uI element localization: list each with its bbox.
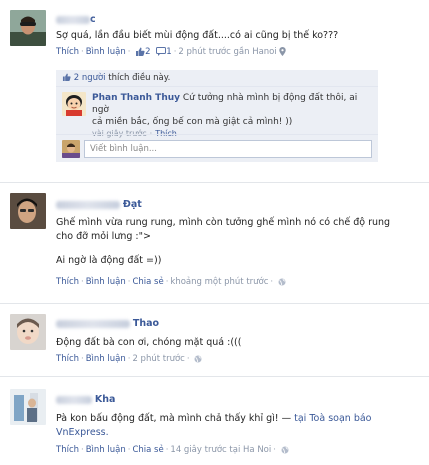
post-time[interactable]: khoảng một phút trước	[170, 277, 268, 287]
comment-input[interactable]: Viết bình luận...	[84, 140, 372, 158]
place-link[interactable]: Toà soạn báo	[309, 413, 371, 424]
user-photo-icon	[10, 193, 46, 229]
my-avatar	[62, 140, 80, 158]
author-name[interactable]: Kha	[95, 394, 116, 405]
post-time[interactable]: 14 giây trước tại Ha Noi	[170, 445, 271, 455]
likers-link[interactable]: 2 người	[74, 73, 106, 83]
like-link[interactable]: Thích	[56, 445, 79, 455]
post-text-1: Ghế mình vừa rung rung, mình còn tưởng g…	[56, 217, 391, 228]
like-link[interactable]: Thích	[56, 354, 79, 364]
avatar[interactable]	[10, 389, 46, 425]
avatar[interactable]	[10, 193, 46, 229]
blurred-name	[56, 395, 92, 404]
blurred-name	[56, 15, 90, 24]
like-link[interactable]: Thích	[56, 277, 79, 287]
post-actions: Thích · Bình luận · Chia sẻ · khoảng một phút …	[56, 277, 421, 287]
post-3: Thao Động đất bà con ơi, chóng mặt quá :…	[0, 304, 429, 374]
post-text: Sợ quá, lần đầu biết mùi động đất....có …	[56, 30, 339, 41]
avatar[interactable]	[10, 314, 46, 350]
post-text-at: tại	[294, 413, 310, 424]
globe-icon	[278, 278, 286, 285]
post-2: Đạt Ghế mình vừa rung rung, mình còn tưở…	[0, 183, 429, 301]
share-link[interactable]: Chia sẻ	[132, 445, 163, 455]
blurred-name	[56, 200, 120, 209]
location-pin-icon	[279, 47, 287, 56]
share-link[interactable]: Chia sẻ	[132, 277, 163, 287]
comment-link[interactable]: Bình luận	[86, 277, 126, 287]
avatar[interactable]	[10, 10, 46, 46]
user-photo-icon	[10, 314, 46, 350]
globe-icon	[281, 446, 289, 453]
post-actions: Thích · Bình luận · 2 1 · 2 phút trước gần Ha…	[56, 47, 421, 57]
author-line: Đạt	[56, 199, 421, 212]
commenter-name[interactable]: Phan Thanh Thuy	[92, 93, 180, 103]
comment-link[interactable]: Bình luận	[86, 354, 126, 364]
post-1: c Sợ quá, lần đầu biết mùi động đất....c…	[0, 0, 429, 178]
comment-bubble-icon[interactable]	[156, 47, 167, 56]
post-text-3: Ai ngờ là động đất =))	[56, 255, 162, 266]
like-thumb-icon[interactable]	[135, 47, 145, 56]
globe-icon	[194, 355, 202, 362]
user-photo-icon	[10, 10, 46, 46]
comment-count[interactable]: 1	[166, 47, 171, 57]
author-name[interactable]: Thao	[133, 318, 159, 329]
comment-link[interactable]: Bình luận	[86, 445, 126, 455]
user-photo-icon	[62, 140, 80, 158]
cartoon-avatar-icon	[62, 92, 86, 116]
post-text: Động đất bà con ơi, chóng mặt quá :(((	[56, 337, 242, 348]
author-name[interactable]: Đạt	[123, 199, 142, 210]
post-text-1: Pà kon bấu động đất, mà mình chả thấy kh…	[56, 413, 295, 424]
post-actions: Thích · Bình luận · Chia sẻ · 14 giây trước tạ…	[56, 445, 421, 455]
likes-label: thích điều này.	[105, 73, 171, 83]
author-name[interactable]: c	[90, 14, 96, 25]
likes-summary: 2 người thích điều này.	[56, 70, 378, 87]
author-line: Kha	[56, 394, 421, 407]
post-actions: Thích · Bình luận · 2 phút trước ·	[56, 354, 421, 364]
comment-text-2: cả miền bắc, ống bế con mà giật cả mình!…	[92, 117, 293, 127]
like-count[interactable]: 2	[145, 47, 150, 57]
comment-link[interactable]: Bình luận	[86, 47, 126, 57]
author-line: c	[56, 14, 421, 27]
write-comment-row: Viết bình luận...	[56, 134, 378, 162]
post-time[interactable]: 2 phút trước gần Hanoi	[178, 47, 276, 57]
user-photo-icon	[10, 389, 46, 425]
author-line: Thao	[56, 318, 421, 331]
place-link-2[interactable]: VnExpress.	[56, 426, 421, 440]
like-thumb-icon	[62, 73, 71, 81]
post-time[interactable]: 2 phút trước	[132, 354, 184, 364]
like-link[interactable]: Thích	[56, 47, 79, 57]
comment-avatar[interactable]	[62, 92, 86, 116]
post-text-2: cho đỡ mỏi lưng :">	[56, 231, 151, 242]
post-4: Kha Pà kon bấu động đất, mà mình chả thấ…	[0, 377, 429, 465]
blurred-name	[56, 319, 130, 328]
